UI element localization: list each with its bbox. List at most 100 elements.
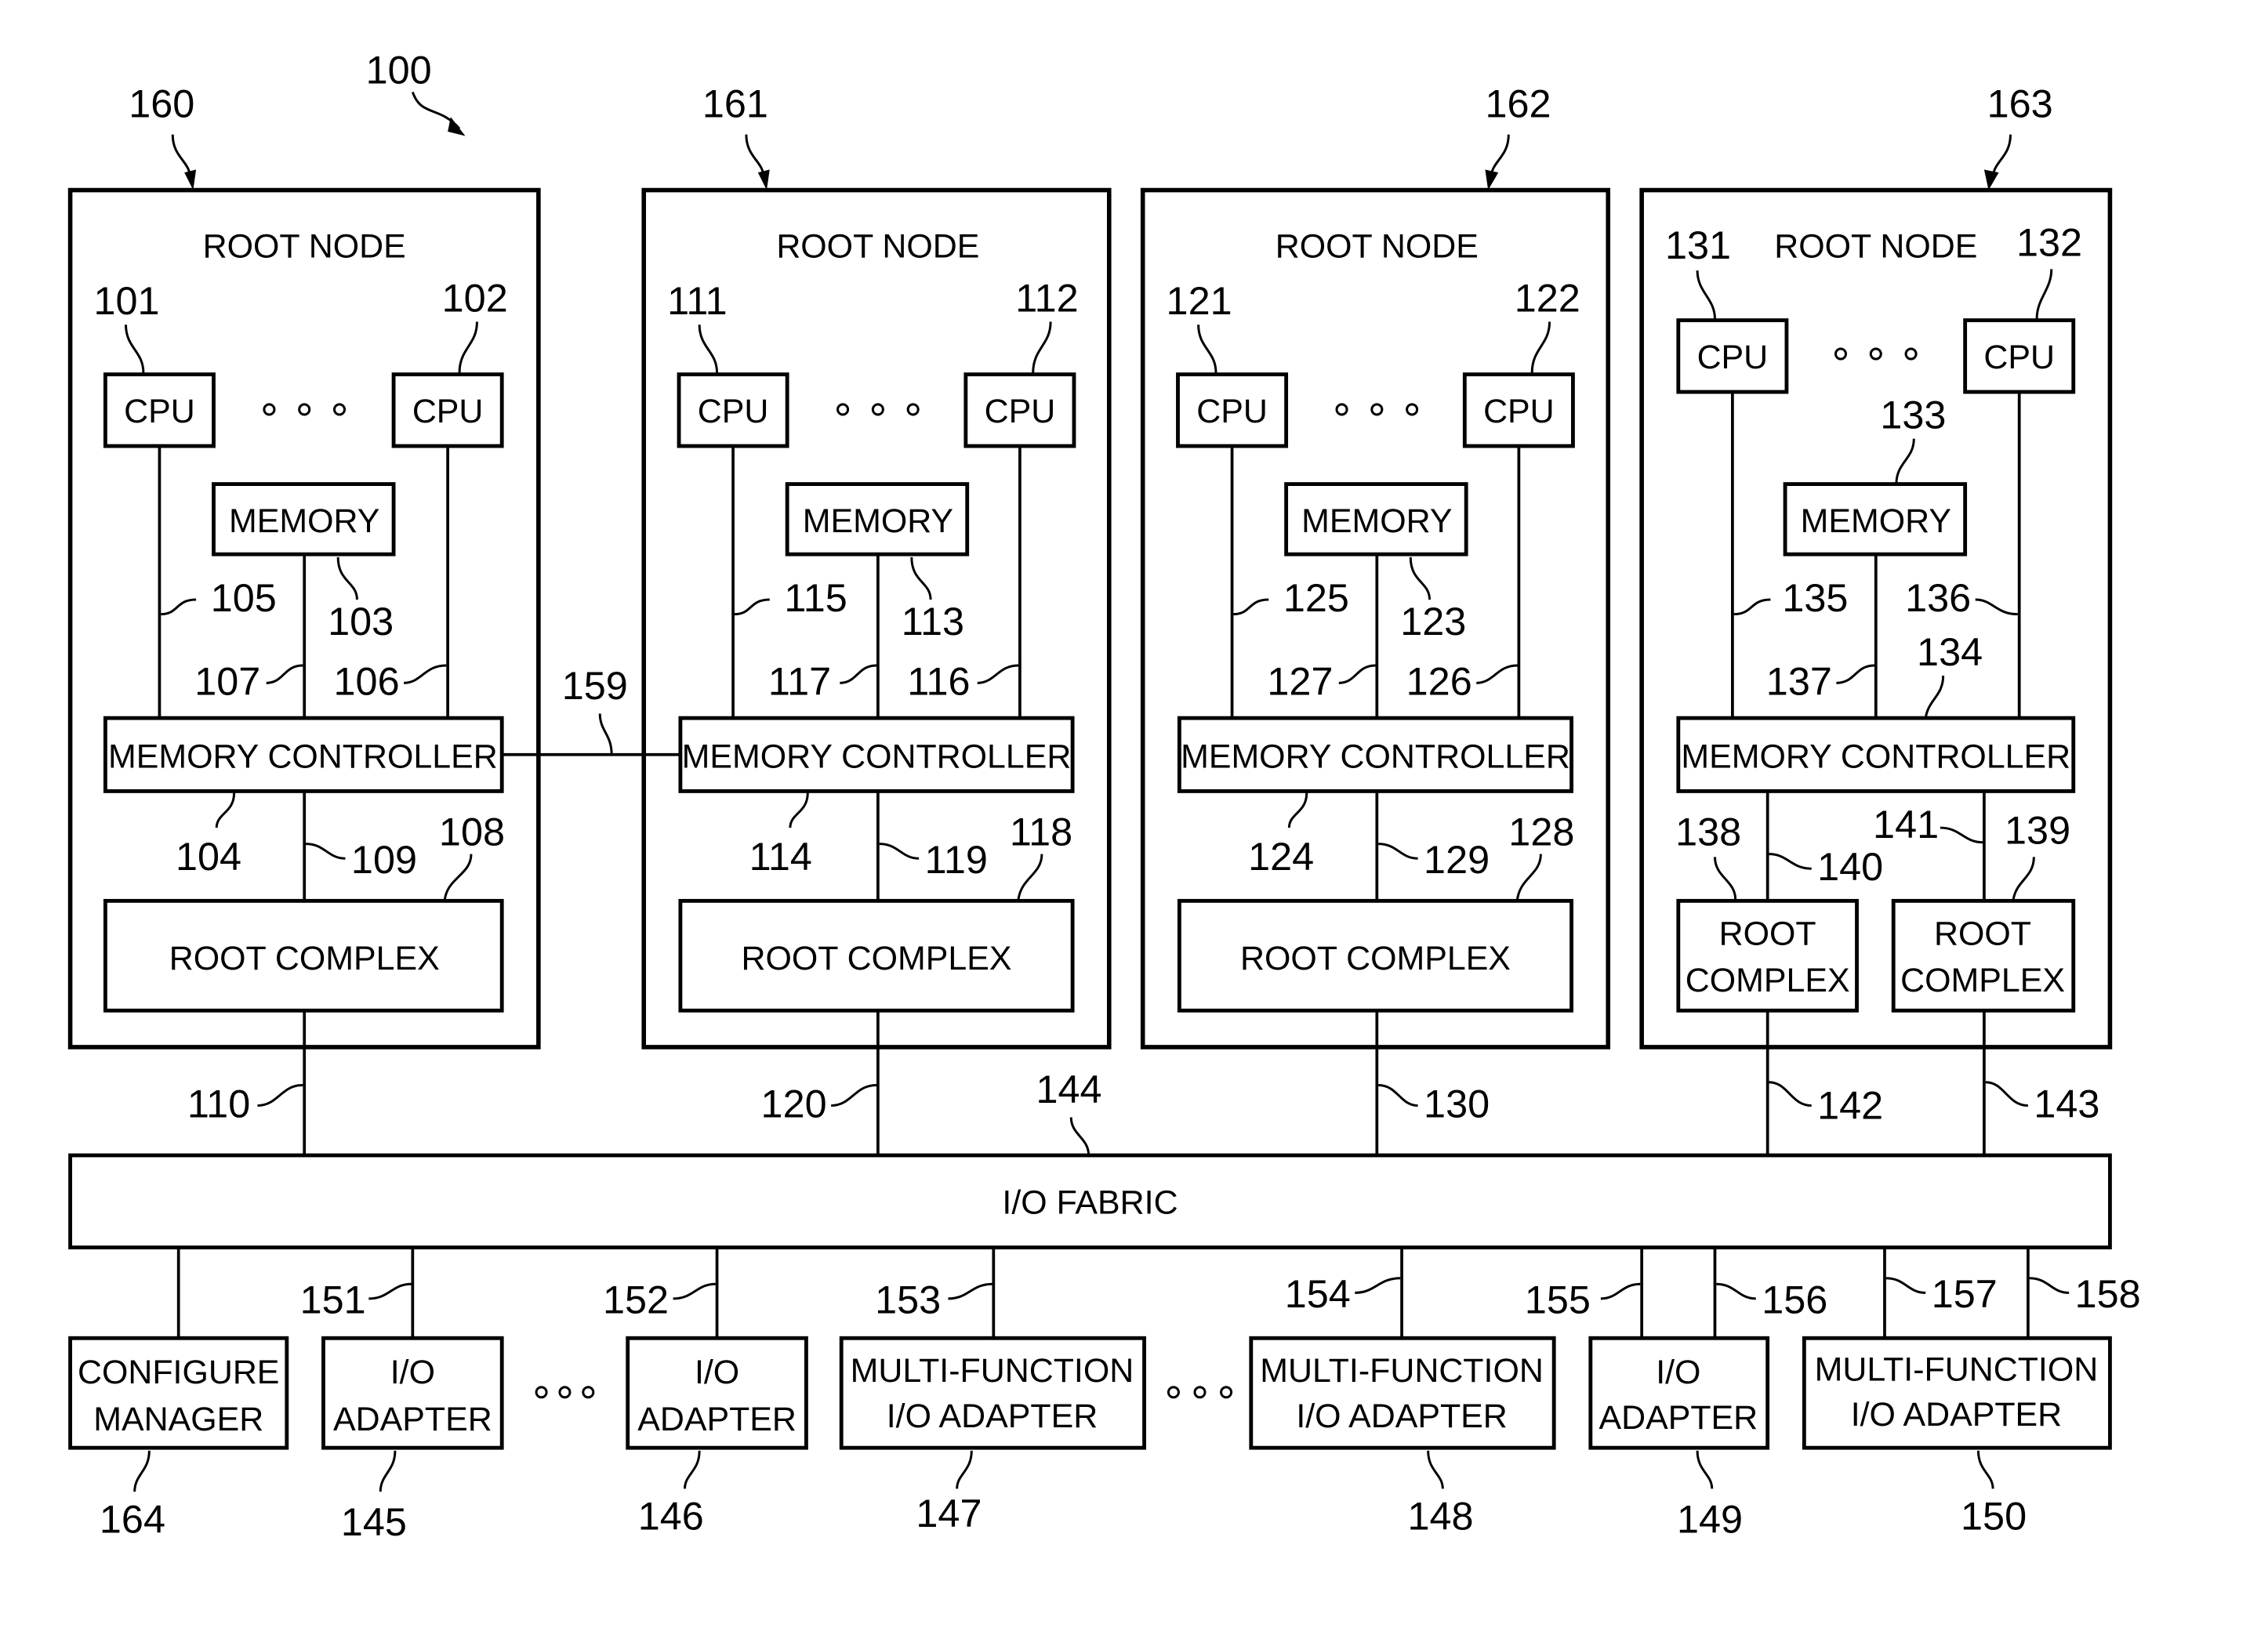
adapter-label: I/O [1656,1354,1700,1391]
ellipsis-dot [558,1386,572,1399]
adapter-label: CONFIGURE [78,1354,279,1391]
adapter-ref: 145 [341,1499,407,1544]
arrow-icon [1983,169,1999,190]
adapter-multifunction-150: 157 158 MULTI-FUNCTION I/O ADAPTER 150 [1802,1247,2141,1539]
root-node-161: 161 ROOT NODE 111 112 CPU CPU MEMORY 115… [641,81,1112,1156]
adapter-ref: 147 [916,1491,982,1535]
root-complex-label: ROOT [1934,915,2031,952]
ellipsis-dot [263,403,276,416]
adapter-configure-manager: CONFIGURE MANAGER 164 [68,1247,289,1541]
adapter-ref: 148 [1408,1494,1474,1539]
root-complex-label: ROOT COMPLEX [1240,940,1511,977]
link-ref: 154 [1285,1271,1351,1316]
link-ref: 109 [351,837,417,882]
link-ref: 120 [761,1082,827,1126]
cpu-ref: 112 [1015,275,1078,320]
ellipsis-dot [332,403,347,416]
root-complex-label: COMPLEX [1686,962,1850,999]
ellipsis-dot [906,403,920,416]
link-ref: 153 [875,1278,941,1322]
adapter-multifunction-148: 154 MULTI-FUNCTION I/O ADAPTER 148 [1249,1247,1556,1539]
cpu-ref: 111 [667,278,728,323]
node-title: ROOT NODE [1774,227,1977,265]
memory-ref: 133 [1880,393,1946,437]
memory-controller-label: MEMORY CONTROLLER [682,738,1072,776]
link-ref: 157 [1932,1271,1998,1316]
bus-ref: 137 [1766,658,1832,703]
link-ref: 155 [1525,1278,1591,1322]
memory-ref: 113 [902,599,964,643]
cpu-label: CPU [1483,393,1555,430]
adapter-ref: 164 [100,1496,165,1541]
node-ref: 162 [1485,81,1551,125]
adapter-io-145: 151 I/O ADAPTER 145 [300,1247,504,1544]
figure-ref: 100 [366,47,432,92]
link-ref: 119 [925,837,988,882]
arrow-icon [448,117,466,136]
ellipsis-dot [1335,403,1348,416]
bus-ref: 106 [334,658,400,703]
ellipsis-dot [582,1386,595,1399]
bus-ref: 115 [784,575,847,620]
memory-controller-label: MEMORY CONTROLLER [1681,738,2070,776]
arrow-icon [1485,169,1499,190]
memory-ref: 123 [1400,599,1466,643]
link-ref: 110 [187,1082,250,1126]
root-node-160: 160 ROOT NODE 101 102 CPU CPU MEMORY 105… [67,81,541,1156]
cpu-ref: 121 [1167,278,1232,323]
memory-controller-ref: 104 [176,834,241,879]
bus-ref: 135 [1782,575,1848,620]
memory-controller-label: MEMORY CONTROLLER [1181,738,1570,776]
link-ref: 130 [1424,1082,1490,1126]
memory-ref: 103 [328,599,394,643]
ellipsis-dot [1370,403,1384,416]
adapter-label: I/O ADAPTER [887,1398,1098,1435]
node-ref: 161 [702,81,768,125]
root-complex-label: ROOT [1719,915,1816,952]
cpu-label: CPU [1983,339,2055,376]
arrow-icon [757,169,770,190]
cpu-ref: 131 [1665,223,1731,267]
ellipsis-dot [1904,347,1918,361]
node-title: ROOT NODE [776,227,979,265]
cpu-ref: 101 [93,278,159,323]
bus-ref: 117 [768,658,831,703]
ellipsis-dot [1869,347,1882,361]
io-fabric-ref: 144 [1036,1067,1101,1111]
adapter-label: MULTI-FUNCTION [851,1352,1134,1390]
adapter-label: MULTI-FUNCTION [1260,1352,1544,1390]
ellipsis-dot [1167,1386,1180,1399]
adapter-label: I/O [390,1354,435,1391]
adapter-label: MANAGER [93,1401,263,1438]
root-complex-ref: 139 [2005,808,2070,853]
cpu-label: CPU [124,393,195,430]
ellipsis-dot [1220,1386,1233,1399]
adapter-label: MULTI-FUNCTION [1815,1350,2099,1388]
root-complex-label: ROOT COMPLEX [742,940,1012,977]
io-fabric-label: I/O FABRIC [1002,1184,1178,1222]
link-ref: 152 [603,1278,669,1322]
link-ref: 158 [2075,1271,2141,1316]
link-ref: 142 [1817,1082,1883,1127]
cpu-label: CPU [1697,339,1769,376]
node-title: ROOT NODE [1276,227,1479,265]
node-ref: 160 [129,81,194,125]
link-ref: 156 [1762,1278,1827,1322]
link-ref: 143 [2034,1082,2099,1126]
root-node-163: 163 ROOT NODE 131 132 CPU CPU 133 MEMORY… [1639,81,2113,1156]
adapter-ref: 150 [1961,1494,2027,1539]
cpu-ref: 122 [1515,275,1580,320]
node-ref: 163 [1987,81,2053,125]
cpu-ref: 132 [2016,220,2082,265]
ellipsis-dot [1193,1386,1207,1399]
link-ref: 141 [1873,802,1939,847]
adapter-ref: 146 [638,1494,704,1539]
root-complex-ref: 128 [1508,809,1574,854]
root-node-162: 162 ROOT NODE 121 122 CPU CPU MEMORY 125… [1140,81,1611,1156]
adapter-label: ADAPTER [637,1401,797,1438]
data-processing-system-diagram: 100 160 ROOT NODE 101 102 CPU CPU MEMORY… [67,47,2141,1544]
cpu-label: CPU [985,393,1056,430]
root-complex-ref: 118 [1010,809,1072,854]
root-complex-label: ROOT COMPLEX [169,940,440,977]
link-ref: 159 [562,663,628,708]
